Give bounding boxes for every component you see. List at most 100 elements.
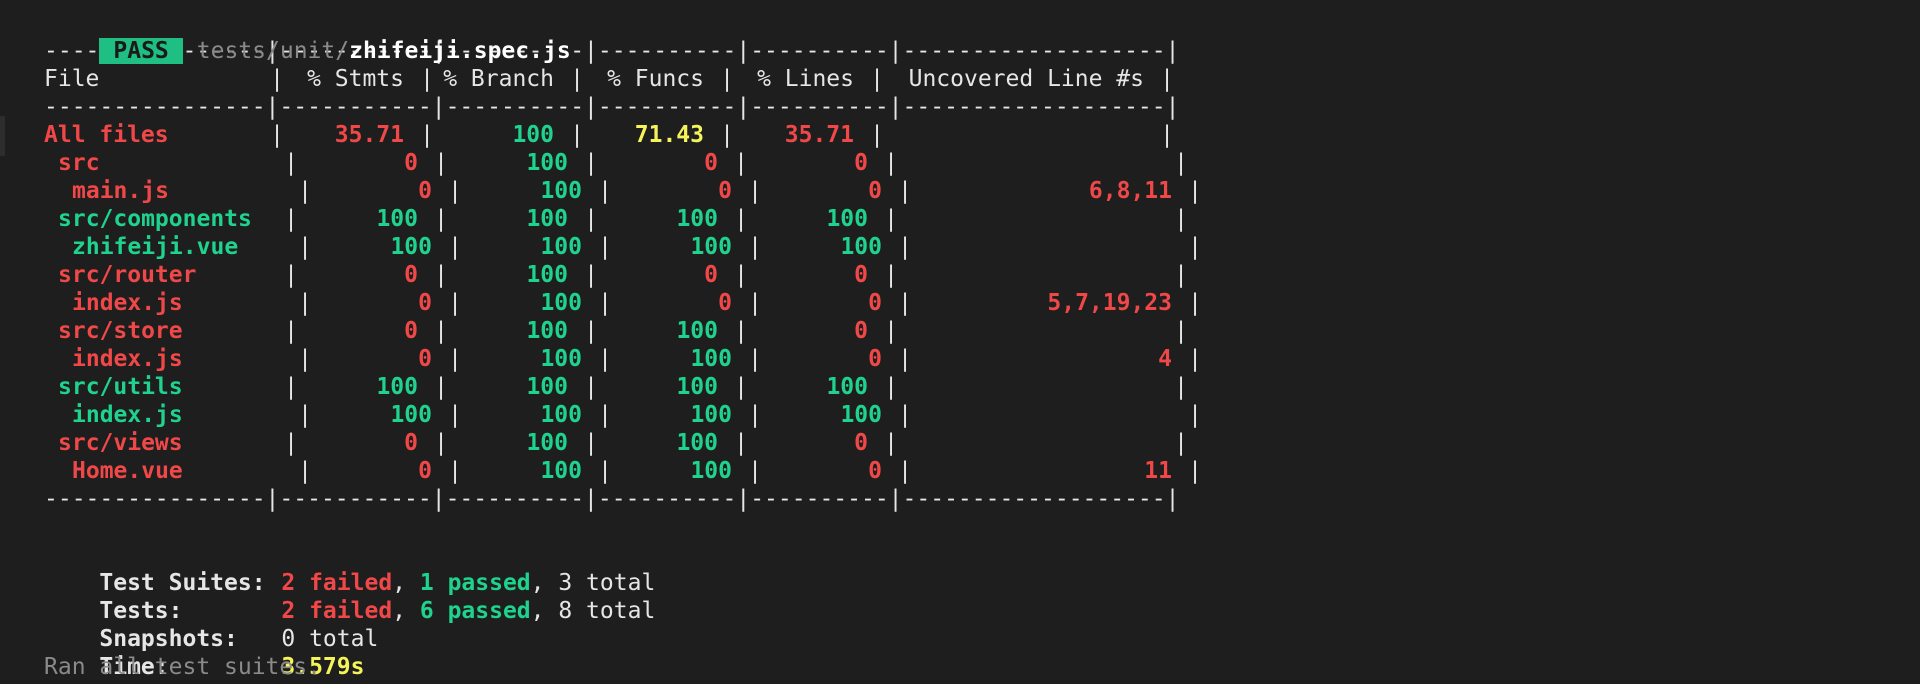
column-separator: |	[734, 318, 748, 344]
column-separator: |	[584, 374, 598, 400]
file-name-cell: index.js	[72, 290, 183, 316]
file-name-cell: src/router	[58, 262, 197, 288]
uncovered-lines-cell: 5,7,19,23	[1047, 290, 1172, 316]
column-separator: |	[298, 290, 312, 316]
funcs-cell: 100	[690, 458, 732, 484]
column-separator: |	[1188, 458, 1202, 484]
column-separator: |	[1174, 430, 1188, 456]
uncovered-lines-cell	[898, 205, 1174, 233]
column-separator: |	[748, 290, 762, 316]
uncovered-lines-cell: 4	[1158, 346, 1172, 372]
file-name-cell: src/components	[58, 206, 252, 232]
file-name-cell: All files	[44, 122, 169, 148]
table-row: main.js | 0 | 100 | 0 | 0 | 6,8,11 |	[44, 177, 1894, 205]
stmts-cell: 0	[404, 150, 418, 176]
stmts-cell: 100	[390, 402, 432, 428]
lines-cell: 100	[840, 234, 882, 260]
lines-cell: 0	[868, 178, 882, 204]
table-row: src/views | 0 | 100 | 100 | 0 | |	[44, 429, 1894, 457]
uncovered-lines-cell	[912, 233, 1188, 261]
scroll-marker	[0, 116, 5, 156]
pass-badge: PASS	[99, 38, 183, 64]
column-separator: |	[734, 374, 748, 400]
branch-cell: 100	[540, 402, 582, 428]
branch-cell: 100	[526, 318, 568, 344]
funcs-cell: 100	[676, 206, 718, 232]
summary-time: Time: 3.579s	[44, 625, 1894, 680]
column-separator: |	[1174, 206, 1188, 232]
test-path-file: zhifeiji.spec.js	[349, 38, 571, 64]
uncovered-lines-cell	[898, 429, 1174, 457]
branch-cell: 100	[540, 346, 582, 372]
column-separator: |	[298, 402, 312, 428]
lines-cell: 0	[868, 346, 882, 372]
stmts-cell: 35.71	[334, 122, 404, 148]
summary-footer: Ran all test suites.	[44, 654, 321, 680]
file-name-cell: index.js	[72, 402, 183, 428]
table-row: index.js | 0 | 100 | 0 | 0 | 5,7,19,23 |	[44, 289, 1894, 317]
column-separator: |	[598, 402, 612, 428]
column-separator: |	[298, 458, 312, 484]
column-header-file: File	[44, 66, 100, 92]
funcs-cell: 100	[690, 234, 732, 260]
stmts-cell: 0	[404, 262, 418, 288]
summary-tests: Tests: 2 failed, 6 passed, 8 total	[99, 598, 656, 624]
summary-snapshots: Snapshots: 0 total	[44, 597, 1894, 652]
column-separator: |	[884, 430, 898, 456]
column-separator: |	[734, 430, 748, 456]
column-separator: |	[1174, 150, 1188, 176]
branch-cell: 100	[540, 458, 582, 484]
stmts-cell: 0	[418, 178, 432, 204]
column-separator: |	[734, 262, 748, 288]
column-separator: |	[298, 178, 312, 204]
column-header-funcs: % Funcs	[607, 66, 704, 92]
file-name-cell: src	[58, 150, 100, 176]
column-separator: |	[870, 66, 884, 92]
table-row: zhifeiji.vue | 100 | 100 | 100 | 100 | |	[44, 233, 1894, 261]
summary-test-suites: Test Suites: 2 failed, 1 passed, 3 total	[99, 570, 656, 596]
lines-cell: 0	[868, 290, 882, 316]
lines-cell: 0	[854, 150, 868, 176]
column-separator: |	[1188, 402, 1202, 428]
column-header-lines: % Lines	[757, 66, 854, 92]
lines-cell: 0	[868, 458, 882, 484]
file-name-cell: src/store	[58, 318, 183, 344]
column-separator: |	[720, 122, 734, 148]
column-separator: |	[448, 178, 462, 204]
column-separator: |	[284, 374, 298, 400]
column-separator: |	[748, 234, 762, 260]
column-separator: |	[898, 346, 912, 372]
column-separator: |	[1188, 290, 1202, 316]
lines-cell: 100	[826, 374, 868, 400]
stmts-cell: 100	[376, 206, 418, 232]
column-separator: |	[284, 206, 298, 232]
column-separator: |	[748, 178, 762, 204]
branch-cell: 100	[526, 150, 568, 176]
column-separator: |	[1188, 346, 1202, 372]
column-separator: |	[884, 206, 898, 232]
table-row: src/store | 0 | 100 | 100 | 0 | |	[44, 317, 1894, 345]
column-separator: |	[598, 234, 612, 260]
column-separator: |	[434, 318, 448, 344]
column-separator: |	[884, 262, 898, 288]
branch-cell: 100	[526, 430, 568, 456]
column-header-branch: % Branch	[443, 66, 554, 92]
lines-cell: 35.71	[784, 122, 854, 148]
column-separator: |	[284, 150, 298, 176]
terminal-output: PASS tests/unit/zhifeiji.spec.js --------…	[44, 9, 1894, 681]
column-separator: |	[1174, 262, 1188, 288]
lines-cell: 100	[840, 402, 882, 428]
coverage-table: ----------------|-----------|----------|…	[44, 37, 1894, 513]
column-separator: |	[584, 206, 598, 232]
table-row: Home.vue | 0 | 100 | 100 | 0 | 11 |	[44, 457, 1894, 485]
column-separator: |	[284, 262, 298, 288]
uncovered-lines-cell	[898, 317, 1174, 345]
lines-cell: 0	[854, 430, 868, 456]
column-separator: |	[434, 206, 448, 232]
column-header-stmts: % Stmts	[307, 66, 404, 92]
column-separator: |	[898, 458, 912, 484]
column-separator: |	[1188, 234, 1202, 260]
file-name-cell: Home.vue	[72, 458, 183, 484]
column-separator: |	[1160, 122, 1174, 148]
table-row: All files | 35.71 | 100 | 71.43 | 35.71 | |	[44, 121, 1894, 149]
